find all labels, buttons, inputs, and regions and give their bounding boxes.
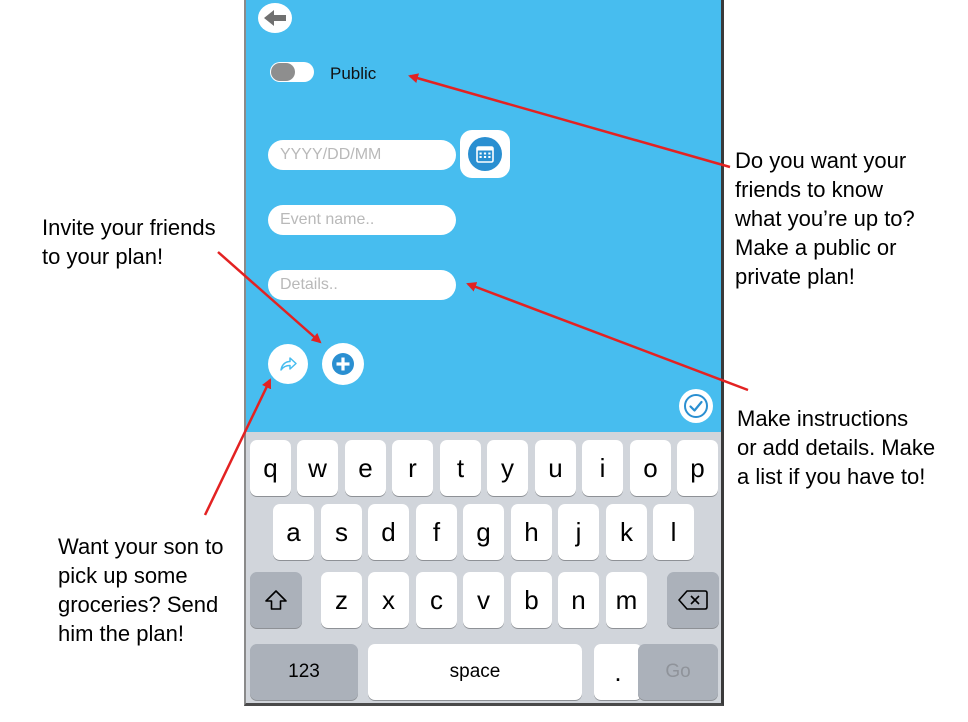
arrow-to-share [203, 378, 272, 516]
annotation-line: him the plan! [58, 621, 184, 646]
annotation-line: a list if you have to! [737, 464, 926, 489]
annotation-line: private plan! [735, 264, 855, 289]
annotation-line: what you’re up to? [735, 206, 915, 231]
annotation-line: friends to know [735, 177, 883, 202]
annotation-invite: Invite your friends to your plan! [42, 213, 216, 271]
annotation-line: Make a public or [735, 235, 897, 260]
annotation-line: groceries? Send [58, 592, 219, 617]
arrow-to-add-friend [217, 251, 322, 344]
annotation-line: or add details. Make [737, 435, 936, 460]
annotation-public: Do you want your friends to know what yo… [735, 146, 915, 291]
annotation-send: Want your son to pick up some groceries?… [58, 532, 223, 648]
arrow-to-public-toggle [408, 73, 731, 169]
annotation-line: Make instructions [737, 406, 909, 431]
annotation-details: Make instructions or add details. Make a… [737, 404, 935, 491]
annotation-line: pick up some [58, 563, 188, 588]
annotation-line: Invite your friends [42, 215, 216, 240]
annotation-line: to your plan! [42, 244, 164, 269]
annotation-line: Want your son to [58, 534, 224, 559]
annotation-line: Do you want your [735, 148, 907, 173]
arrow-to-details-field [466, 282, 749, 392]
